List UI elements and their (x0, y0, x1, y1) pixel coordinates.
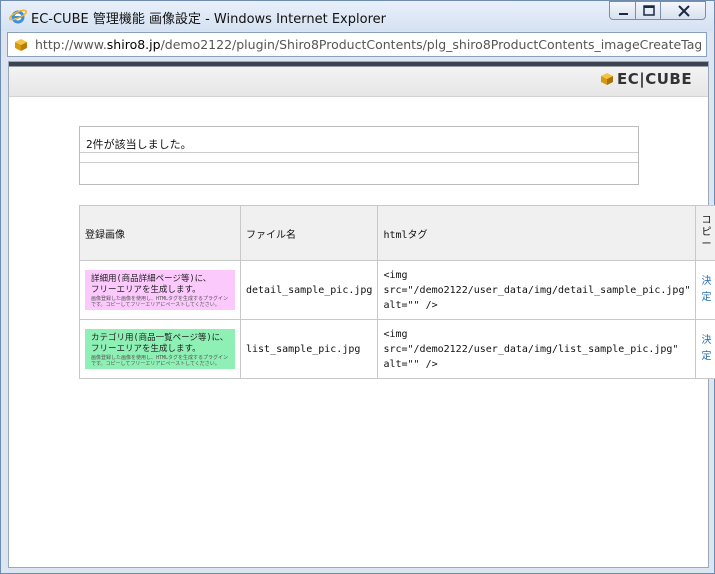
page-icon (15, 39, 27, 51)
header-filename: ファイル名 (239, 205, 379, 261)
page-content: EC|CUBE 2件が該当しました。 登録画像 ファイル名 htmlタグ コピー… (8, 61, 715, 568)
header-copy-label: コピー (701, 215, 712, 250)
browser-window: EC-CUBE 管理機能 画像設定 - Windows Internet Exp… (0, 0, 715, 574)
close-icon (678, 5, 690, 17)
address-url[interactable]: http://www.shiro8.jp/demo2122/plugin/Shi… (35, 37, 701, 52)
thumb-line: フリーエリアを生成します。 (91, 285, 201, 295)
ec-cube-logo-icon (601, 73, 613, 85)
table-header-row: 登録画像 ファイル名 htmlタグ コピー (79, 205, 715, 261)
ie-icon (9, 9, 27, 24)
thumbnail-image: 詳細用(商品詳細ページ等)に、 フリーエリアを生成します。 画像登録した画像を使… (85, 270, 235, 310)
header-band: EC|CUBE (9, 62, 708, 97)
decide-link[interactable]: 決定 (701, 333, 711, 365)
decide-link[interactable]: 決定 (701, 274, 711, 306)
thumb-line: 詳細用(商品詳細ページ等)に、 (91, 274, 212, 284)
tag-line: src="/demo2122/user_data/img/detail_samp… (383, 284, 691, 296)
minimize-button[interactable] (609, 1, 636, 20)
tag-line: <img (383, 269, 408, 281)
table-row: 詳細用(商品詳細ページ等)に、 フリーエリアを生成します。 画像登録した画像を使… (79, 260, 715, 320)
minimize-icon (619, 13, 628, 15)
thumb-cell: 詳細用(商品詳細ページ等)に、 フリーエリアを生成します。 画像登録した画像を使… (79, 260, 241, 320)
filename-cell: list_sample_pic.jpg (239, 319, 379, 379)
result-count: 2件が該当しました。 (80, 127, 638, 153)
header-copy: コピー (695, 205, 715, 261)
thumbnail-image: カテゴリ用(商品一覧ページ等)に、 フリーエリアを生成します。 画像登録した画像… (85, 329, 235, 369)
result-box: 2件が該当しました。 (79, 126, 639, 185)
tag-line: alt="" /> (383, 358, 438, 370)
filename-cell: detail_sample_pic.jpg (239, 260, 379, 320)
tag-line: src="/demo2122/user_data/img/list_sample… (383, 343, 679, 355)
header-html-tag: htmlタグ (377, 205, 697, 261)
title-bar[interactable]: EC-CUBE 管理機能 画像設定 - Windows Internet Exp… (1, 1, 714, 31)
copy-cell: 決定 (695, 260, 715, 320)
thumb-line: フリーエリアを生成します。 (91, 344, 201, 354)
tag-line: <img (383, 328, 408, 340)
tag-line: alt="" /> (383, 299, 438, 311)
result-spacer (80, 153, 638, 163)
maximize-button[interactable] (635, 1, 661, 20)
close-button[interactable] (660, 1, 706, 20)
logo-text: EC|CUBE (617, 70, 693, 88)
window-title: EC-CUBE 管理機能 画像設定 - Windows Internet Exp… (31, 12, 386, 27)
thumb-cell: カテゴリ用(商品一覧ページ等)に、 フリーエリアを生成します。 画像登録した画像… (79, 319, 241, 379)
thumb-small: 画像登録した画像を使用し、HTMLタグを生成するプラグインです。コピーしてフリー… (91, 296, 229, 308)
table-row: カテゴリ用(商品一覧ページ等)に、 フリーエリアを生成します。 画像登録した画像… (79, 319, 715, 379)
thumb-line: カテゴリ用(商品一覧ページ等)に、 (91, 333, 229, 343)
html-tag-cell: <img src="/demo2122/user_data/img/detail… (377, 260, 697, 320)
address-bar[interactable]: http://www.shiro8.jp/demo2122/plugin/Shi… (7, 32, 707, 57)
html-tag-cell: <img src="/demo2122/user_data/img/list_s… (377, 319, 697, 379)
result-spacer (80, 163, 638, 183)
maximize-icon (643, 5, 655, 16)
thumb-small: 画像登録した画像を使用し、HTMLタグを生成するプラグインです。コピーしてフリー… (91, 355, 229, 367)
header-image: 登録画像 (79, 205, 241, 261)
image-table: 登録画像 ファイル名 htmlタグ コピー 詳細用(商品詳細ページ等)に、 フリ… (79, 205, 715, 379)
copy-cell: 決定 (695, 319, 715, 379)
